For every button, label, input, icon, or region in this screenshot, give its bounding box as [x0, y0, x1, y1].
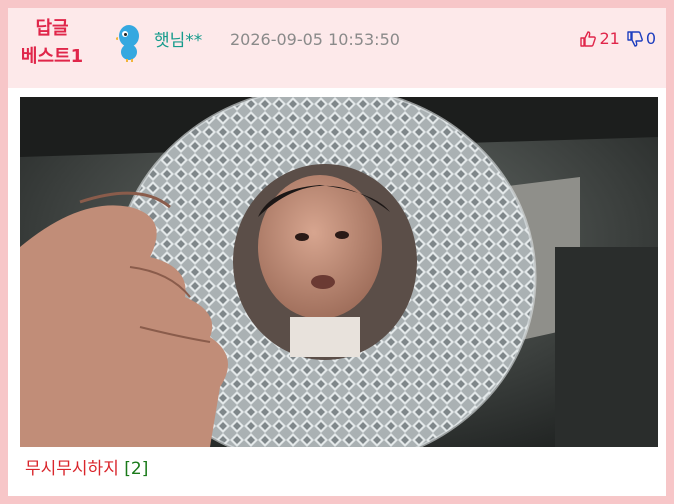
- downvote-button[interactable]: 0: [626, 29, 656, 48]
- best-badge: 답글 베스트1: [20, 15, 84, 71]
- upvote-count: 21: [599, 29, 620, 48]
- post-title-row[interactable]: 무시무시하지 [2]: [25, 454, 148, 479]
- bird-avatar-icon[interactable]: [113, 22, 142, 62]
- thumbs-down-icon: [627, 30, 643, 47]
- post-title[interactable]: 무시무시하지: [25, 459, 119, 479]
- post-image[interactable]: [20, 97, 658, 447]
- post-header: 답글 베스트1 햇님** 2026-09-05 10:53:50 21 0: [8, 8, 666, 88]
- post-timestamp: 2026-09-05 10:53:50: [230, 30, 400, 49]
- vote-box: 21 0: [579, 29, 656, 48]
- best-badge-line1: 답글: [35, 18, 69, 39]
- downvote-count: 0: [645, 29, 656, 48]
- comment-count: [2]: [124, 459, 149, 479]
- best-badge-line2: 베스트1: [20, 46, 84, 67]
- best-reply-card: 답글 베스트1 햇님** 2026-09-05 10:53:50 21 0 무시…: [0, 0, 674, 504]
- upvote-button[interactable]: 21: [579, 29, 620, 48]
- thumbs-up-icon: [580, 30, 597, 47]
- username[interactable]: 햇님**: [154, 26, 202, 51]
